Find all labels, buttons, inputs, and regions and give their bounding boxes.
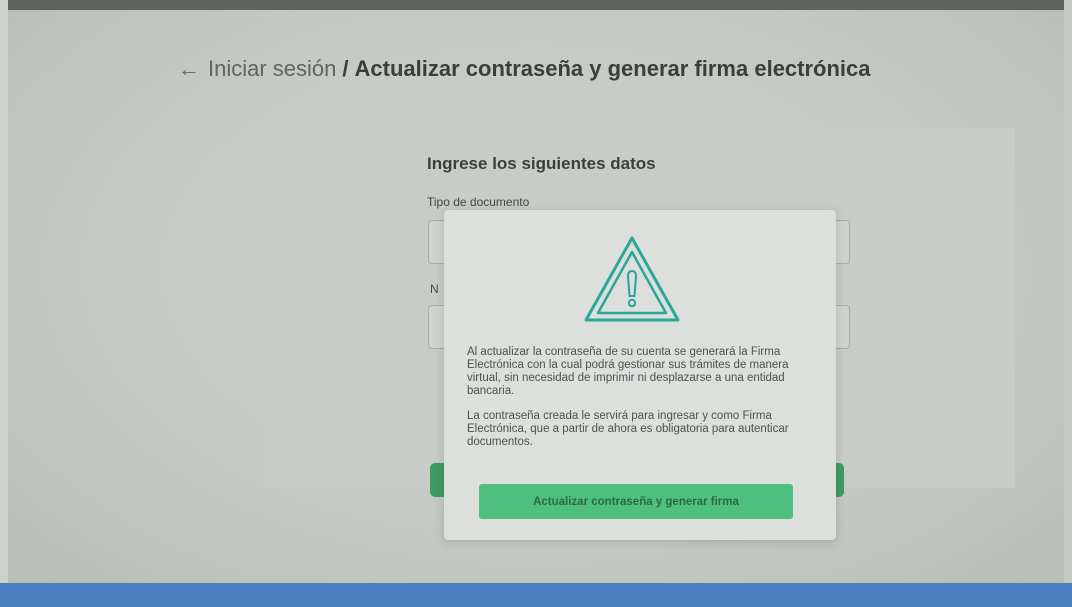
page-title: Actualizar contraseña y generar firma el… [354, 56, 871, 81]
document-number-label: N [430, 282, 439, 296]
right-edge [1064, 0, 1072, 607]
modal-message-signature: Al actualizar la contraseña de su cuenta… [467, 346, 789, 397]
top-edge [0, 0, 1072, 10]
warning-triangle-icon [584, 236, 680, 322]
form-title: Ingrese los siguientes datos [427, 154, 656, 173]
back-arrow-icon[interactable]: ← [178, 56, 200, 81]
breadcrumb: ← Iniciar sesión / Actualizar contraseña y … [178, 56, 871, 82]
breadcrumb-separator: / [342, 56, 349, 81]
warning-modal: Al actualizar la contraseña de su cuenta… [444, 210, 836, 540]
modal-message-password: La contraseña creada le servirá para ing… [467, 410, 789, 448]
document-type-label: Tipo de documento [427, 195, 530, 209]
left-edge [0, 0, 8, 607]
breadcrumb-login-link[interactable]: Iniciar sesión [208, 56, 336, 81]
update-password-button[interactable]: Actualizar contraseña y generar firma [479, 484, 793, 519]
footer-bar [0, 583, 1072, 607]
